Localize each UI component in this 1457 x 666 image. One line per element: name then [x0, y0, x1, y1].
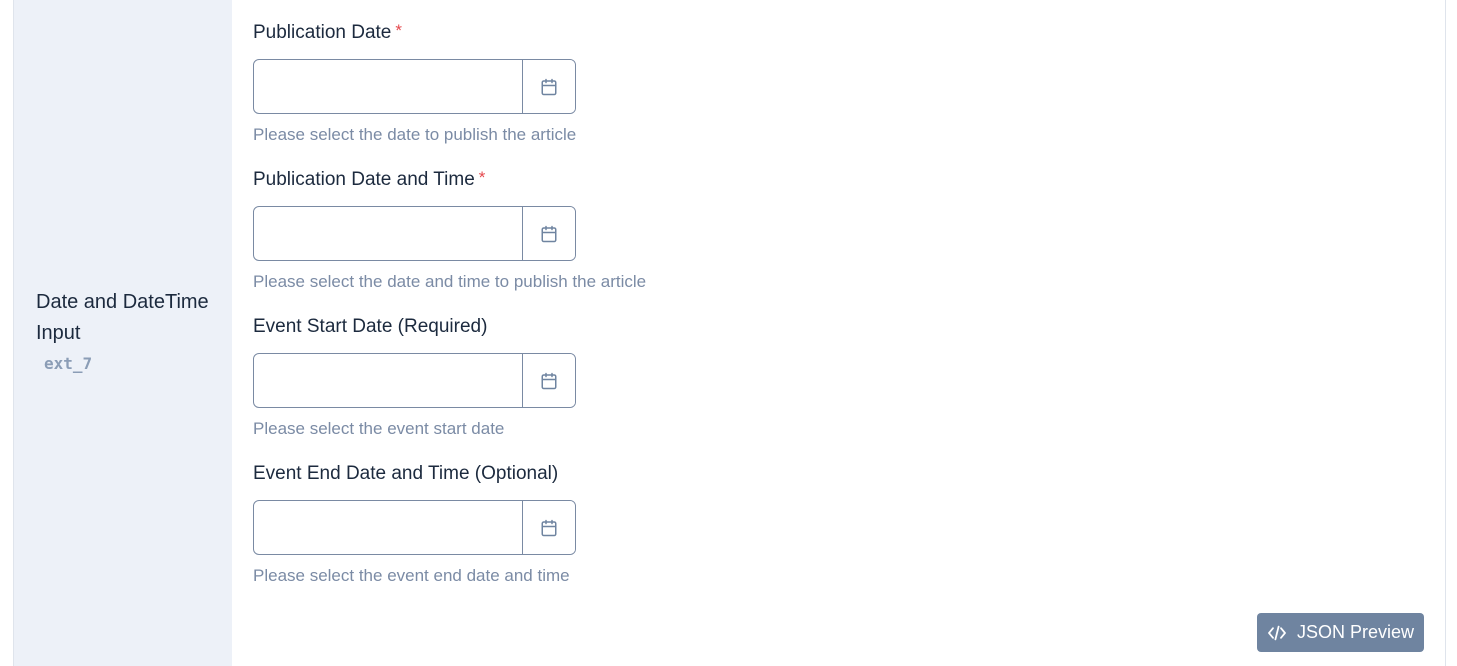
field-help-text: Please select the date to publish the ar… [253, 125, 577, 144]
section-sidebar: Date and DateTime Input ext_7 [14, 0, 232, 666]
publication-datetime-picker-button[interactable] [522, 207, 575, 260]
field-label: Publication Date and Time * [253, 168, 646, 192]
section-id: ext_7 [44, 354, 93, 373]
required-marker: * [395, 21, 402, 40]
code-icon [1268, 625, 1286, 640]
calendar-icon [541, 372, 557, 389]
field-label: Event End Date and Time (Optional) [253, 462, 576, 486]
field-label-text: Event Start Date (Required) [253, 316, 488, 337]
field-label-text: Event End Date and Time (Optional) [253, 463, 559, 484]
event-start-date-picker-button[interactable] [522, 354, 575, 407]
date-input-group [253, 353, 576, 408]
publication-date-field: Publication Date * Please select the date… [253, 21, 576, 146]
field-label: Publication Date * [253, 21, 576, 45]
required-marker: * [478, 168, 486, 187]
event-start-date-field: Event Start Date (Required) Please selec… [253, 315, 576, 440]
calendar-icon [541, 225, 557, 242]
event-end-datetime-field: Event End Date and Time (Optional) Pleas… [253, 462, 576, 587]
field-label-text: Publication Date [253, 22, 392, 43]
event-end-datetime-input[interactable] [254, 501, 522, 554]
json-preview-label: JSON Preview [1296, 622, 1415, 642]
calendar-icon [541, 78, 557, 95]
section-title: Date and DateTime Input [36, 291, 209, 344]
field-help-text: Please select the date and time to publi… [253, 272, 647, 291]
date-input-group [253, 206, 576, 261]
field-help-text: Please select the event start date [253, 419, 505, 438]
field-label: Event Start Date (Required) [253, 315, 576, 339]
publication-date-input[interactable] [254, 60, 522, 113]
date-input-group [253, 59, 576, 114]
form-fields: Publication Date * Please select the date… [232, 0, 1445, 666]
event-start-date-input[interactable] [254, 354, 522, 407]
publication-datetime-input[interactable] [254, 207, 522, 260]
event-end-datetime-picker-button[interactable] [522, 501, 575, 554]
calendar-icon [541, 519, 557, 536]
json-preview-button[interactable]: JSON Preview [1257, 613, 1424, 652]
publication-date-picker-button[interactable] [522, 60, 575, 113]
date-input-group [253, 500, 576, 555]
publication-datetime-field: Publication Date and Time * Please select… [253, 168, 646, 293]
field-label-text: Publication Date and Time [253, 169, 475, 190]
form-panel: Date and DateTime Input ext_7 Publicatio… [13, 0, 1446, 666]
field-help-text: Please select the event end date and tim… [253, 566, 570, 585]
